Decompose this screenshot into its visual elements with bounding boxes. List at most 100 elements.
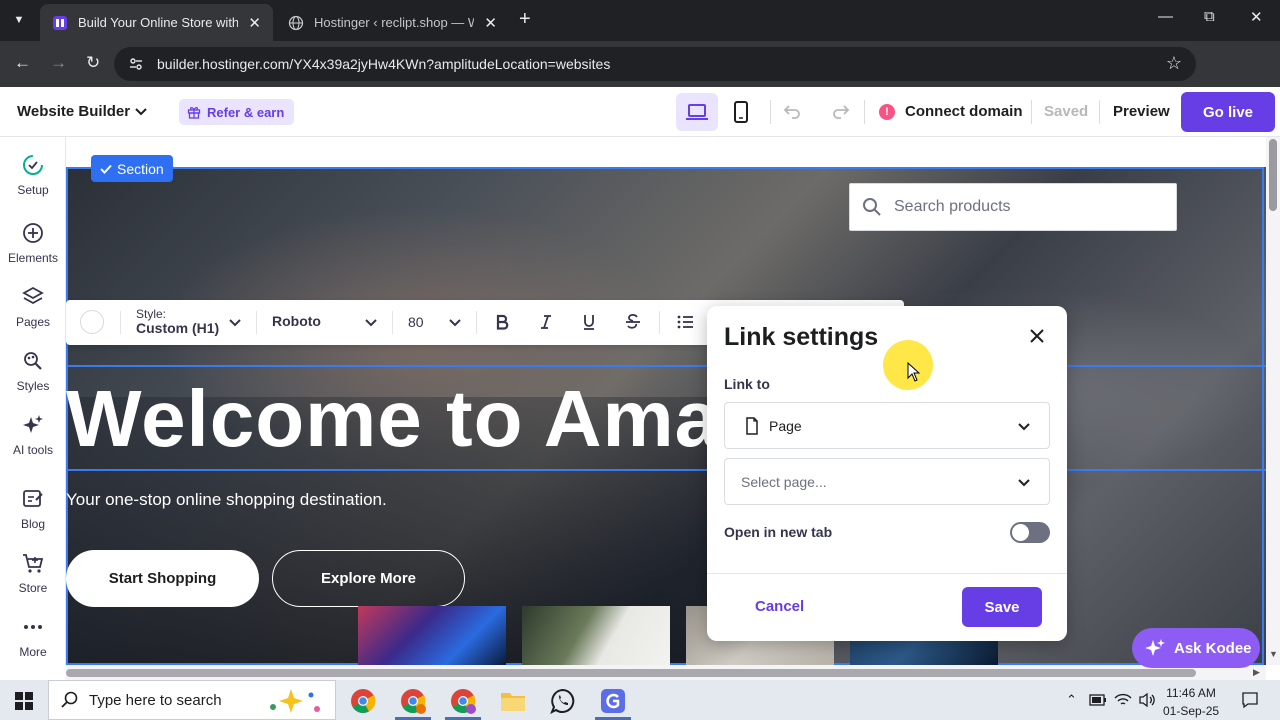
redo-icon[interactable] xyxy=(831,101,851,121)
undo-icon[interactable] xyxy=(782,101,802,121)
sidebar-item-elements[interactable]: Elements xyxy=(0,221,66,265)
windows-start-icon[interactable] xyxy=(15,692,33,710)
cancel-button[interactable]: Cancel xyxy=(755,598,804,615)
browser-tab-active[interactable]: Build Your Online Store with Mú ✕ xyxy=(40,4,273,41)
page-select[interactable]: Select page... xyxy=(724,458,1050,505)
new-tab-icon[interactable]: + xyxy=(519,8,531,31)
left-sidebar: Setup Elements Pages Styles AI tools Blo… xyxy=(0,137,66,665)
url-text: builder.hostinger.com/YX4x39a2jyHw4KWn?a… xyxy=(157,56,611,72)
editor-canvas[interactable]: Section Search products Welcome to Amaz … xyxy=(66,137,1266,665)
sidebar-item-setup[interactable]: Setup xyxy=(0,153,66,197)
wifi-icon[interactable] xyxy=(1114,692,1132,708)
product-thumbnail[interactable] xyxy=(522,606,670,665)
modal-title: Link settings xyxy=(724,323,879,351)
product-thumbnail[interactable] xyxy=(358,606,506,665)
website-builder-title[interactable]: Website Builder xyxy=(17,103,130,120)
section-tag[interactable]: Section xyxy=(91,155,173,182)
setup-icon xyxy=(23,155,43,175)
chevron-down-icon[interactable] xyxy=(448,312,462,332)
refer-earn-button[interactable]: Refer & earn xyxy=(179,99,295,125)
browser-tab[interactable]: Hostinger ‹ reclipt.shop — Wo ✕ xyxy=(276,4,509,41)
address-bar-row: ← → ↻ builder.hostinger.com/YX4x39a2jyHw… xyxy=(0,41,1280,115)
battery-icon[interactable] xyxy=(1089,693,1107,707)
scroll-right-icon[interactable]: ▶ xyxy=(1253,667,1260,678)
product-search-input[interactable]: Search products xyxy=(849,183,1177,231)
chrome-taskbar-icon[interactable] xyxy=(348,686,378,716)
scrollbar-thumb[interactable] xyxy=(1269,139,1277,211)
tab-title: Build Your Online Store with Mú xyxy=(78,15,239,30)
chevron-down-icon xyxy=(1018,479,1030,487)
search-icon xyxy=(61,691,78,708)
font-size-select[interactable]: 80 xyxy=(408,314,424,330)
sidebar-item-more[interactable]: More xyxy=(0,615,66,659)
site-info-icon[interactable] xyxy=(128,56,144,72)
chevron-down-icon[interactable] xyxy=(228,312,242,332)
sidebar-item-store[interactable]: Store xyxy=(0,551,66,595)
close-tab-icon[interactable]: ✕ xyxy=(248,14,261,32)
explore-more-button[interactable]: Explore More xyxy=(272,550,465,607)
sidebar-item-ai-tools[interactable]: AI tools xyxy=(0,413,66,457)
list-icon[interactable] xyxy=(676,312,694,332)
text-color-swatch[interactable] xyxy=(80,310,104,334)
back-icon[interactable]: ← xyxy=(14,53,31,73)
chevron-down-icon[interactable] xyxy=(134,101,148,121)
forward-icon[interactable]: → xyxy=(50,53,67,73)
preview-button[interactable]: Preview xyxy=(1113,103,1170,120)
palette-icon xyxy=(24,352,42,370)
app-taskbar-icon[interactable] xyxy=(598,686,628,716)
taskbar-search[interactable]: Type here to search xyxy=(48,680,336,720)
mobile-view-button[interactable] xyxy=(720,93,762,131)
chrome-profile-taskbar-icon[interactable] xyxy=(398,686,428,716)
reload-icon[interactable]: ↻ xyxy=(86,53,100,73)
connect-domain-button[interactable]: Connect domain xyxy=(905,103,1023,120)
close-tab-icon[interactable]: ✕ xyxy=(484,14,497,32)
strikethrough-icon[interactable] xyxy=(624,312,642,332)
underline-icon[interactable] xyxy=(581,312,597,332)
ask-kodee-button[interactable]: Ask Kodee xyxy=(1132,628,1260,668)
font-select[interactable]: Roboto xyxy=(272,313,321,329)
tab-title: Hostinger ‹ reclipt.shop — Wo xyxy=(314,15,475,30)
go-live-button[interactable]: Go live xyxy=(1181,92,1275,132)
sidebar-item-pages[interactable]: Pages xyxy=(0,285,66,329)
start-shopping-button[interactable]: Start Shopping xyxy=(66,550,259,607)
section-tag-label: Section xyxy=(117,160,164,177)
link-type-value: Page xyxy=(769,417,802,434)
sidebar-label: Elements xyxy=(7,251,59,265)
close-window-icon[interactable]: ✕ xyxy=(1250,8,1263,26)
restore-icon[interactable]: ⧉ xyxy=(1204,8,1215,25)
chrome-profile-taskbar-icon[interactable] xyxy=(448,686,478,716)
warning-icon: ! xyxy=(879,104,895,120)
scroll-down-icon[interactable]: ▼ xyxy=(1269,649,1278,659)
bookmark-star-icon[interactable]: ☆ xyxy=(1166,53,1182,74)
close-icon[interactable] xyxy=(1027,326,1047,346)
save-button[interactable]: Save xyxy=(962,587,1042,627)
file-explorer-taskbar-icon[interactable] xyxy=(498,686,528,716)
hero-heading[interactable]: Welcome to Amaz xyxy=(66,373,761,465)
show-hidden-icons-icon[interactable]: ⌃ xyxy=(1066,692,1077,708)
kodee-icon xyxy=(1145,639,1165,656)
sidebar-item-blog[interactable]: Blog xyxy=(0,487,66,531)
desktop-view-button[interactable] xyxy=(676,93,718,131)
sidebar-label: More xyxy=(19,645,47,659)
horizontal-scrollbar[interactable]: ▶ xyxy=(66,665,1266,680)
tab-search-dropdown[interactable]: ▼ xyxy=(6,8,32,32)
taskbar-clock[interactable]: 11:46 AM 01-Sep-25 xyxy=(1163,684,1219,720)
whatsapp-taskbar-icon[interactable] xyxy=(548,686,578,716)
windows-taskbar: Type here to search ⌃ 11:46 AM 01-Sep-25 xyxy=(0,680,1280,720)
kodee-label: Ask Kodee xyxy=(1174,639,1252,657)
link-type-select[interactable]: Page xyxy=(724,402,1050,449)
volume-icon[interactable] xyxy=(1138,692,1156,708)
sidebar-item-styles[interactable]: Styles xyxy=(0,349,66,393)
scrollbar-thumb[interactable] xyxy=(66,669,1196,677)
italic-icon[interactable] xyxy=(538,312,554,332)
minimize-icon[interactable]: — xyxy=(1158,8,1173,25)
open-new-tab-toggle[interactable] xyxy=(1010,522,1050,543)
notification-icon[interactable] xyxy=(1241,691,1259,709)
chevron-down-icon[interactable] xyxy=(364,312,378,332)
hero-subtitle[interactable]: Your one-stop online shopping destinatio… xyxy=(66,490,387,510)
vertical-scrollbar[interactable]: ▼ xyxy=(1266,137,1280,665)
url-bar[interactable]: builder.hostinger.com/YX4x39a2jyHw4KWn?a… xyxy=(114,47,1196,81)
style-select[interactable]: Custom (H1) xyxy=(136,320,219,336)
page-icon xyxy=(746,416,758,435)
bold-icon[interactable] xyxy=(494,312,510,332)
